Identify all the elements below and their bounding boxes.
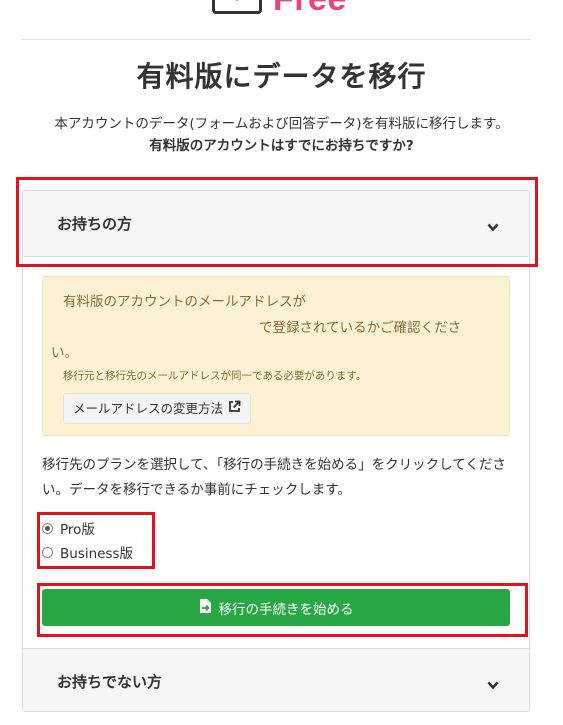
- accordion-not-have-account[interactable]: お持ちでない方: [22, 648, 530, 712]
- notice-note: 移行元と移行先のメールアドレスが同一である必要があります。: [63, 370, 367, 382]
- notice-line-2: で登録されているかご確認くださ: [259, 320, 462, 336]
- external-link-icon: [228, 394, 241, 423]
- intro-text: 本アカウントのデータ(フォームおよび回答データ)を有料版に移行します。 有料版の…: [0, 113, 563, 157]
- email-notice: 有料版のアカウントのメールアドレスが で登録されているかご確認くださ い。 移行…: [42, 276, 510, 436]
- notice-line-1: 有料版のアカウントのメールアドレスが: [63, 294, 306, 310]
- page-title: 有料版にデータを移行: [136, 60, 427, 93]
- plan-instruction: 移行先のプランを選択して、「移行の手続きを始める」をクリックしてください。データ…: [42, 457, 506, 498]
- highlight-box-accordion: [16, 177, 538, 267]
- intro-description: 本アカウントのデータ(フォームおよび回答データ)を有料版に移行します。: [54, 116, 509, 132]
- logo: Free: [0, 0, 563, 20]
- notice-line-3: い。: [51, 345, 78, 361]
- highlight-box-plans: [37, 512, 155, 569]
- logo-icon: [212, 0, 262, 14]
- change-email-button[interactable]: メールアドレスの変更方法: [63, 393, 252, 424]
- change-email-label: メールアドレスの変更方法: [73, 401, 224, 416]
- highlight-box-start-button: [37, 583, 528, 637]
- divider: [21, 39, 531, 40]
- intro-question: 有料版のアカウントはすでにお持ちですか?: [149, 138, 414, 154]
- accordion-not-have-title: お持ちでない方: [57, 673, 163, 691]
- chevron-down-icon: [487, 675, 499, 694]
- logo-text: Free: [273, 0, 347, 19]
